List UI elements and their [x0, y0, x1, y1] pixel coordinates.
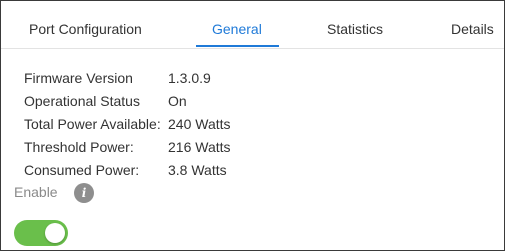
info-value: 240 Watts: [168, 116, 231, 132]
tab-details[interactable]: Details: [451, 21, 494, 37]
poe-panel: Port Configuration General Statistics De…: [0, 0, 505, 251]
info-value: 3.8 Watts: [168, 162, 227, 178]
toggle-knob: [45, 223, 65, 243]
info-label: Threshold Power:: [24, 139, 134, 155]
info-value: 216 Watts: [168, 139, 231, 155]
tab-port-configuration[interactable]: Port Configuration: [29, 21, 142, 37]
active-tab-underline: [196, 45, 279, 47]
info-icon[interactable]: i: [74, 183, 94, 203]
info-label: Operational Status: [24, 93, 140, 109]
info-label: Firmware Version: [24, 70, 133, 86]
info-value: On: [168, 93, 187, 109]
tab-general[interactable]: General: [212, 21, 262, 37]
info-value: 1.3.0.9: [168, 70, 211, 86]
tab-bar: Port Configuration General Statistics De…: [1, 1, 504, 49]
enable-toggle[interactable]: [14, 220, 68, 246]
enable-label: Enable: [14, 184, 58, 200]
info-label: Consumed Power:: [24, 162, 140, 178]
info-label: Total Power Available:: [24, 116, 161, 132]
tab-statistics[interactable]: Statistics: [327, 21, 383, 37]
